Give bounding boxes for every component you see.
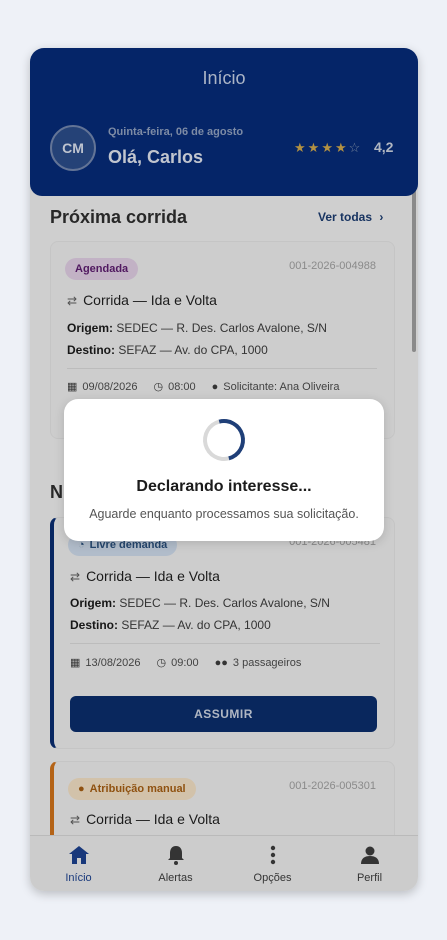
dialog-message: Aguarde enquanto processamos sua solicit… [89, 507, 359, 521]
dialog-title: Declarando interesse... [136, 478, 312, 495]
loading-spinner [195, 411, 253, 469]
app-screen: Próxima corrida Ver todas › Agendada 001… [30, 48, 418, 891]
loading-dialog: Declarando interesse... Aguarde enquanto… [64, 399, 384, 541]
